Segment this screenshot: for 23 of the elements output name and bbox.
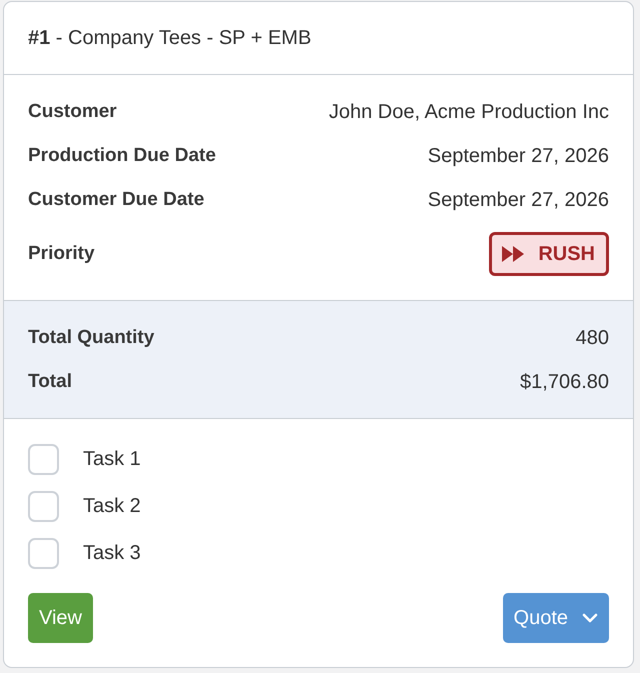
total-label: Total Quantity	[28, 326, 154, 350]
fast-forward-icon	[502, 246, 524, 262]
task-checkbox[interactable]	[28, 444, 59, 475]
task-label: Task 1	[83, 448, 141, 471]
detail-value: September 27, 2026	[428, 144, 609, 168]
detail-value: John Doe, Acme Production Inc	[328, 100, 609, 124]
task-label: Task 2	[83, 495, 141, 518]
detail-value: September 27, 2026	[428, 188, 609, 212]
total-value: 480	[576, 326, 609, 350]
order-title: #1 - Company Tees - SP + EMB	[28, 26, 312, 50]
total-value: $1,706.80	[520, 370, 609, 394]
task-checkbox[interactable]	[28, 491, 59, 522]
detail-label: Customer	[28, 100, 117, 124]
dropdown-button[interactable]: Quote	[502, 593, 609, 643]
detail-label: Priority	[28, 242, 95, 266]
total-label: Total	[28, 370, 72, 394]
task-label: Task 3	[83, 542, 141, 565]
detail-label: Production Due Date	[28, 144, 216, 168]
view-button[interactable]: View	[28, 593, 93, 643]
priority-badge: RUSH	[489, 232, 609, 276]
chevron-down-icon	[582, 613, 598, 623]
detail-label: Customer Due Date	[28, 188, 204, 212]
task-checkbox[interactable]	[28, 538, 59, 569]
